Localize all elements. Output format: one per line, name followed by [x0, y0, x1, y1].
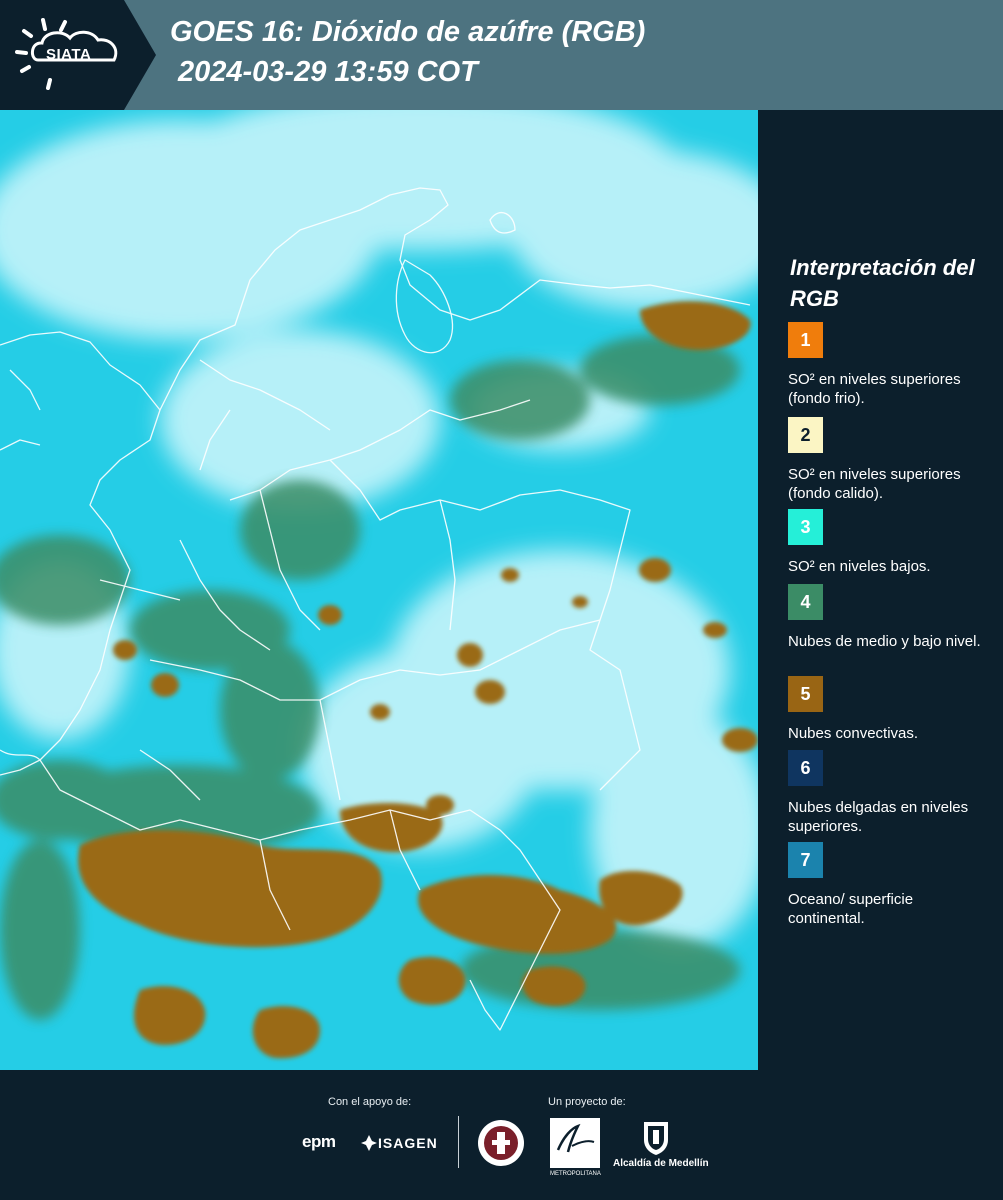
epm-logo: epm [302, 1132, 336, 1151]
support-caption: Con el apoyo de: [328, 1096, 412, 1108]
alcaldia-crest-icon [644, 1122, 668, 1155]
legend-title: Interpretación del RGB [790, 255, 975, 311]
isagen-logo: ISAGEN [378, 1135, 438, 1151]
legend-swatch-6: 6 [788, 750, 823, 786]
legend-swatch-2: 2 [788, 417, 823, 453]
legend-item-2: 2 SO² en niveles superiores (fondo calid… [788, 417, 993, 503]
siata-logo: SIATA [0, 0, 156, 110]
legend-label-7: Oceano/ superficie continental. [788, 891, 914, 927]
footer: Con el apoyo de: Un proyecto de: epm ISA… [0, 1070, 1003, 1200]
satellite-map [0, 110, 758, 1070]
legend-label-3: SO² en niveles bajos. [788, 558, 931, 575]
footer-divider [458, 1116, 459, 1168]
legend-label-5: Nubes convectivas. [788, 725, 919, 742]
legend-label-1: SO² en niveles superiores (fondo frio). [788, 371, 961, 407]
legend-item-3: 3 SO² en niveles bajos. [788, 509, 993, 576]
alcaldia-medellin-text: Alcaldía de Medellín [613, 1158, 709, 1169]
project-caption: Un proyecto de: [548, 1096, 626, 1108]
legend-label-6: Nubes delgadas en niveles superiores. [788, 799, 969, 835]
legend-swatch-1: 1 [788, 322, 823, 358]
area-metropolitana-text: METROPOLITANA [550, 1171, 601, 1177]
legend-item-4: 4 Nubes de medio y bajo nivel. [788, 584, 993, 651]
legend-swatch-4: 4 [788, 584, 823, 620]
legend-label-2: SO² en niveles superiores (fondo calido)… [788, 466, 961, 502]
legend-label-4: Nubes de medio y bajo nivel. [788, 633, 981, 650]
medellin-seal-icon [478, 1120, 524, 1166]
legend-item-5: 5 Nubes convectivas. [788, 676, 993, 743]
isagen-logo-icon [361, 1135, 377, 1151]
legend-panel: Interpretación del RGB 1 SO² en niveles … [758, 110, 1003, 1070]
page-timestamp: 2024-03-29 13:59 COT [178, 56, 478, 88]
header-bar: SIATA GOES 16: Dióxido de azúfre (RGB) 2… [0, 0, 1003, 110]
legend-swatch-5: 5 [788, 676, 823, 712]
page-title: GOES 16: Dióxido de azúfre (RGB) [170, 16, 646, 48]
siata-logo-text: SIATA [46, 46, 92, 63]
legend-item-1: 1 SO² en niveles superiores (fondo frio)… [788, 322, 993, 408]
legend-swatch-3: 3 [788, 509, 823, 545]
legend-item-7: 7 Oceano/ superficie continental. [788, 842, 993, 928]
area-metropolitana-logo-icon [550, 1118, 600, 1168]
legend-swatch-7: 7 [788, 842, 823, 878]
legend-item-6: 6 Nubes delgadas en niveles superiores. [788, 750, 993, 836]
